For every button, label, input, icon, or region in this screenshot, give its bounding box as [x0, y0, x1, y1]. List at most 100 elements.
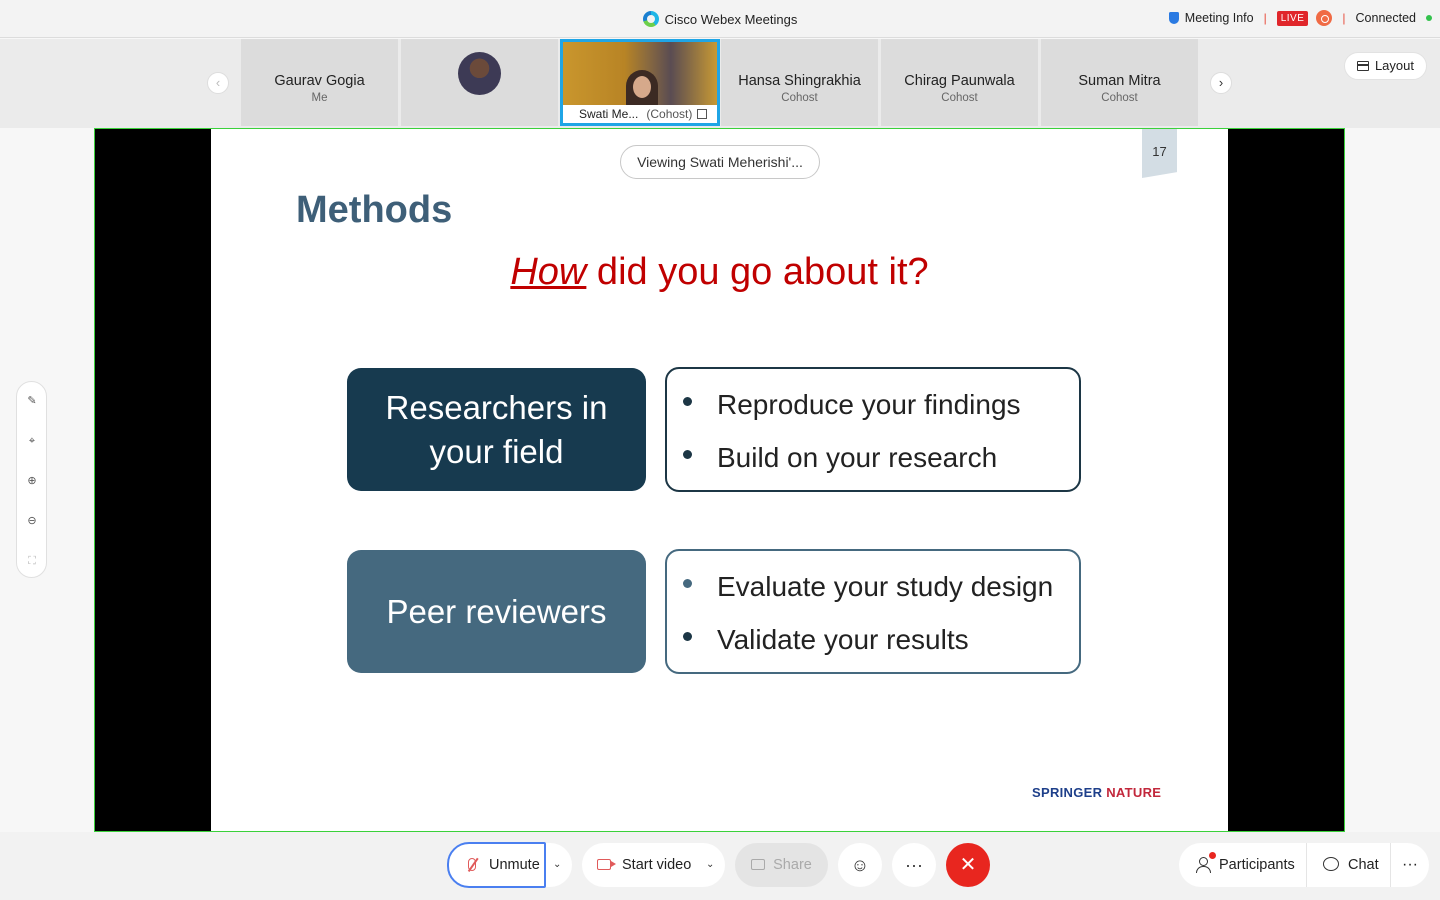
participant-name: Suman Mitra	[1078, 73, 1161, 89]
share-label: Share	[773, 857, 812, 873]
layout-label: Layout	[1374, 58, 1414, 73]
bullet-text: Build on your research	[717, 442, 998, 473]
chevron-down-icon[interactable]: ⌄	[553, 843, 561, 887]
participant-tile[interactable]: Hansa Shingrakhia Cohost	[721, 39, 878, 126]
participant-tile[interactable]: Gaurav Gogia Me	[241, 39, 398, 126]
shared-content-stage[interactable]: Viewing Swati Meherishi'... 17 Methods H…	[94, 128, 1345, 832]
notification-dot	[1209, 852, 1216, 859]
emoji-icon: ☺	[850, 855, 870, 875]
viewing-indicator[interactable]: Viewing Swati Meherishi'...	[620, 145, 820, 179]
chat-bubble-icon	[1323, 857, 1339, 871]
more-icon: ···	[1402, 856, 1418, 873]
video-name-label: Swati Me... (Cohost)	[563, 105, 717, 123]
role-box-researchers: Researchers in your field	[347, 368, 646, 491]
divider: |	[1263, 11, 1267, 25]
role-label: Peer reviewers	[386, 592, 607, 630]
meeting-info-link[interactable]: Meeting Info	[1185, 11, 1254, 25]
video-face	[633, 76, 651, 98]
webex-logo-icon	[642, 11, 659, 27]
participant-role: Cohost	[1101, 92, 1138, 104]
more-icon: ···	[905, 855, 923, 875]
meeting-controls-bar: Unmute ⌄ Start video ⌄ Share ☺ ··· ✕ Par…	[0, 832, 1440, 900]
title-bar: Cisco Webex Meetings Meeting Info | LIVE…	[0, 0, 1440, 38]
bullet-item: Reproduce your findings	[681, 383, 1079, 436]
role-label: Researchers in your field	[385, 388, 608, 470]
participant-name: Gaurav Gogia	[274, 73, 365, 89]
participant-role: Cohost	[781, 92, 818, 104]
start-video-button[interactable]: Start video ⌄	[582, 843, 725, 887]
question-emphasis: How	[510, 251, 587, 293]
participant-tile[interactable]	[401, 39, 558, 126]
leave-meeting-button[interactable]: ✕	[946, 843, 990, 887]
app-title-text: Cisco Webex Meetings	[664, 12, 798, 27]
bullet-box-peer-reviewers: Evaluate your study design Validate your…	[665, 549, 1081, 674]
slide-heading: Methods	[296, 189, 453, 231]
title-status-area: Meeting Info | LIVE | Connected	[1168, 10, 1432, 26]
live-badge: LIVE	[1276, 10, 1309, 26]
slide-question: How did you go about it?	[211, 251, 1228, 294]
springer-nature-logo: SPRINGER NATURE	[1032, 785, 1161, 800]
active-speaker-video-tile[interactable]: Swati Me... (Cohost)	[560, 39, 720, 126]
participant-tile[interactable]: Chirag Paunwala Cohost	[881, 39, 1038, 126]
person-icon	[1196, 857, 1211, 873]
zoom-out-icon[interactable]: ⊖	[22, 511, 42, 531]
camera-off-icon	[597, 859, 616, 870]
layout-button[interactable]: Layout	[1343, 52, 1427, 80]
close-icon: ✕	[959, 854, 977, 876]
bullet-item: Validate your results	[681, 618, 1079, 671]
divider: |	[1342, 11, 1346, 25]
bullet-text: Reproduce your findings	[717, 389, 1021, 420]
shield-icon	[1168, 12, 1179, 24]
unmute-control[interactable]: Unmute ⌄	[447, 842, 572, 888]
share-screen-icon	[751, 859, 766, 870]
start-video-label: Start video	[622, 857, 692, 873]
recording-icon[interactable]	[1316, 10, 1333, 26]
share-button[interactable]: Share	[735, 843, 828, 887]
bullet-dot-icon	[683, 579, 692, 588]
panel-controls: Participants Chat ···	[1179, 843, 1429, 887]
brand-part: NATURE	[1106, 785, 1162, 800]
fit-screen-icon[interactable]: ⛶	[22, 551, 42, 571]
participant-role: Me	[311, 92, 328, 104]
reactions-button[interactable]: ☺	[838, 843, 882, 887]
participants-label: Participants	[1219, 857, 1295, 873]
bullet-box-researchers: Reproduce your findings Build on your re…	[665, 367, 1081, 492]
participant-strip: ‹ Gaurav Gogia Me Swati Me... (Cohost) Ha…	[0, 39, 1440, 128]
layout-icon	[1356, 61, 1369, 71]
unmute-label: Unmute	[489, 857, 540, 873]
participant-name: Hansa Shingrakhia	[738, 73, 861, 89]
presentation-slide: Viewing Swati Meherishi'... 17 Methods H…	[211, 129, 1228, 831]
bullet-dot-icon	[683, 397, 692, 406]
more-options-button[interactable]: ···	[892, 843, 936, 887]
next-participants-button[interactable]: ›	[1210, 72, 1232, 94]
connection-indicator-icon	[1426, 15, 1432, 21]
chat-label: Chat	[1348, 857, 1379, 873]
bullet-text: Evaluate your study design	[717, 571, 1054, 602]
participant-name: Chirag Paunwala	[904, 73, 1015, 89]
connection-status: Connected	[1355, 11, 1416, 25]
zoom-in-icon[interactable]: ⊕	[22, 471, 42, 491]
bullet-text: Validate your results	[717, 624, 969, 655]
annotation-toolbar: ✎ ⌖ ⊕ ⊖ ⛶	[16, 381, 47, 578]
participants-button[interactable]: Participants	[1179, 843, 1307, 887]
participant-name: Swati Me...	[579, 107, 639, 121]
bullet-item: Evaluate your study design	[681, 565, 1079, 618]
participant-tile[interactable]: Suman Mitra Cohost	[1041, 39, 1198, 126]
bullet-item: Build on your research	[681, 436, 1079, 489]
chevron-down-icon[interactable]: ⌄	[706, 843, 714, 887]
participant-role: (Cohost)	[646, 107, 693, 121]
role-box-peer-reviewers: Peer reviewers	[347, 550, 646, 673]
slide-page-number: 17	[1142, 129, 1177, 178]
annotate-icon[interactable]: ✎	[22, 391, 42, 411]
brand-part: SPRINGER	[1032, 785, 1103, 800]
bullet-dot-icon	[683, 632, 692, 641]
more-panels-button[interactable]: ···	[1391, 843, 1429, 887]
avatar	[458, 52, 501, 95]
bullet-dot-icon	[683, 450, 692, 459]
previous-participants-button[interactable]: ‹	[207, 72, 229, 94]
sharing-icon	[697, 109, 708, 119]
participant-role: Cohost	[941, 92, 978, 104]
chat-button[interactable]: Chat	[1307, 843, 1391, 887]
question-text: did you go about it?	[586, 251, 929, 293]
highlighter-icon[interactable]: ⌖	[22, 431, 42, 451]
